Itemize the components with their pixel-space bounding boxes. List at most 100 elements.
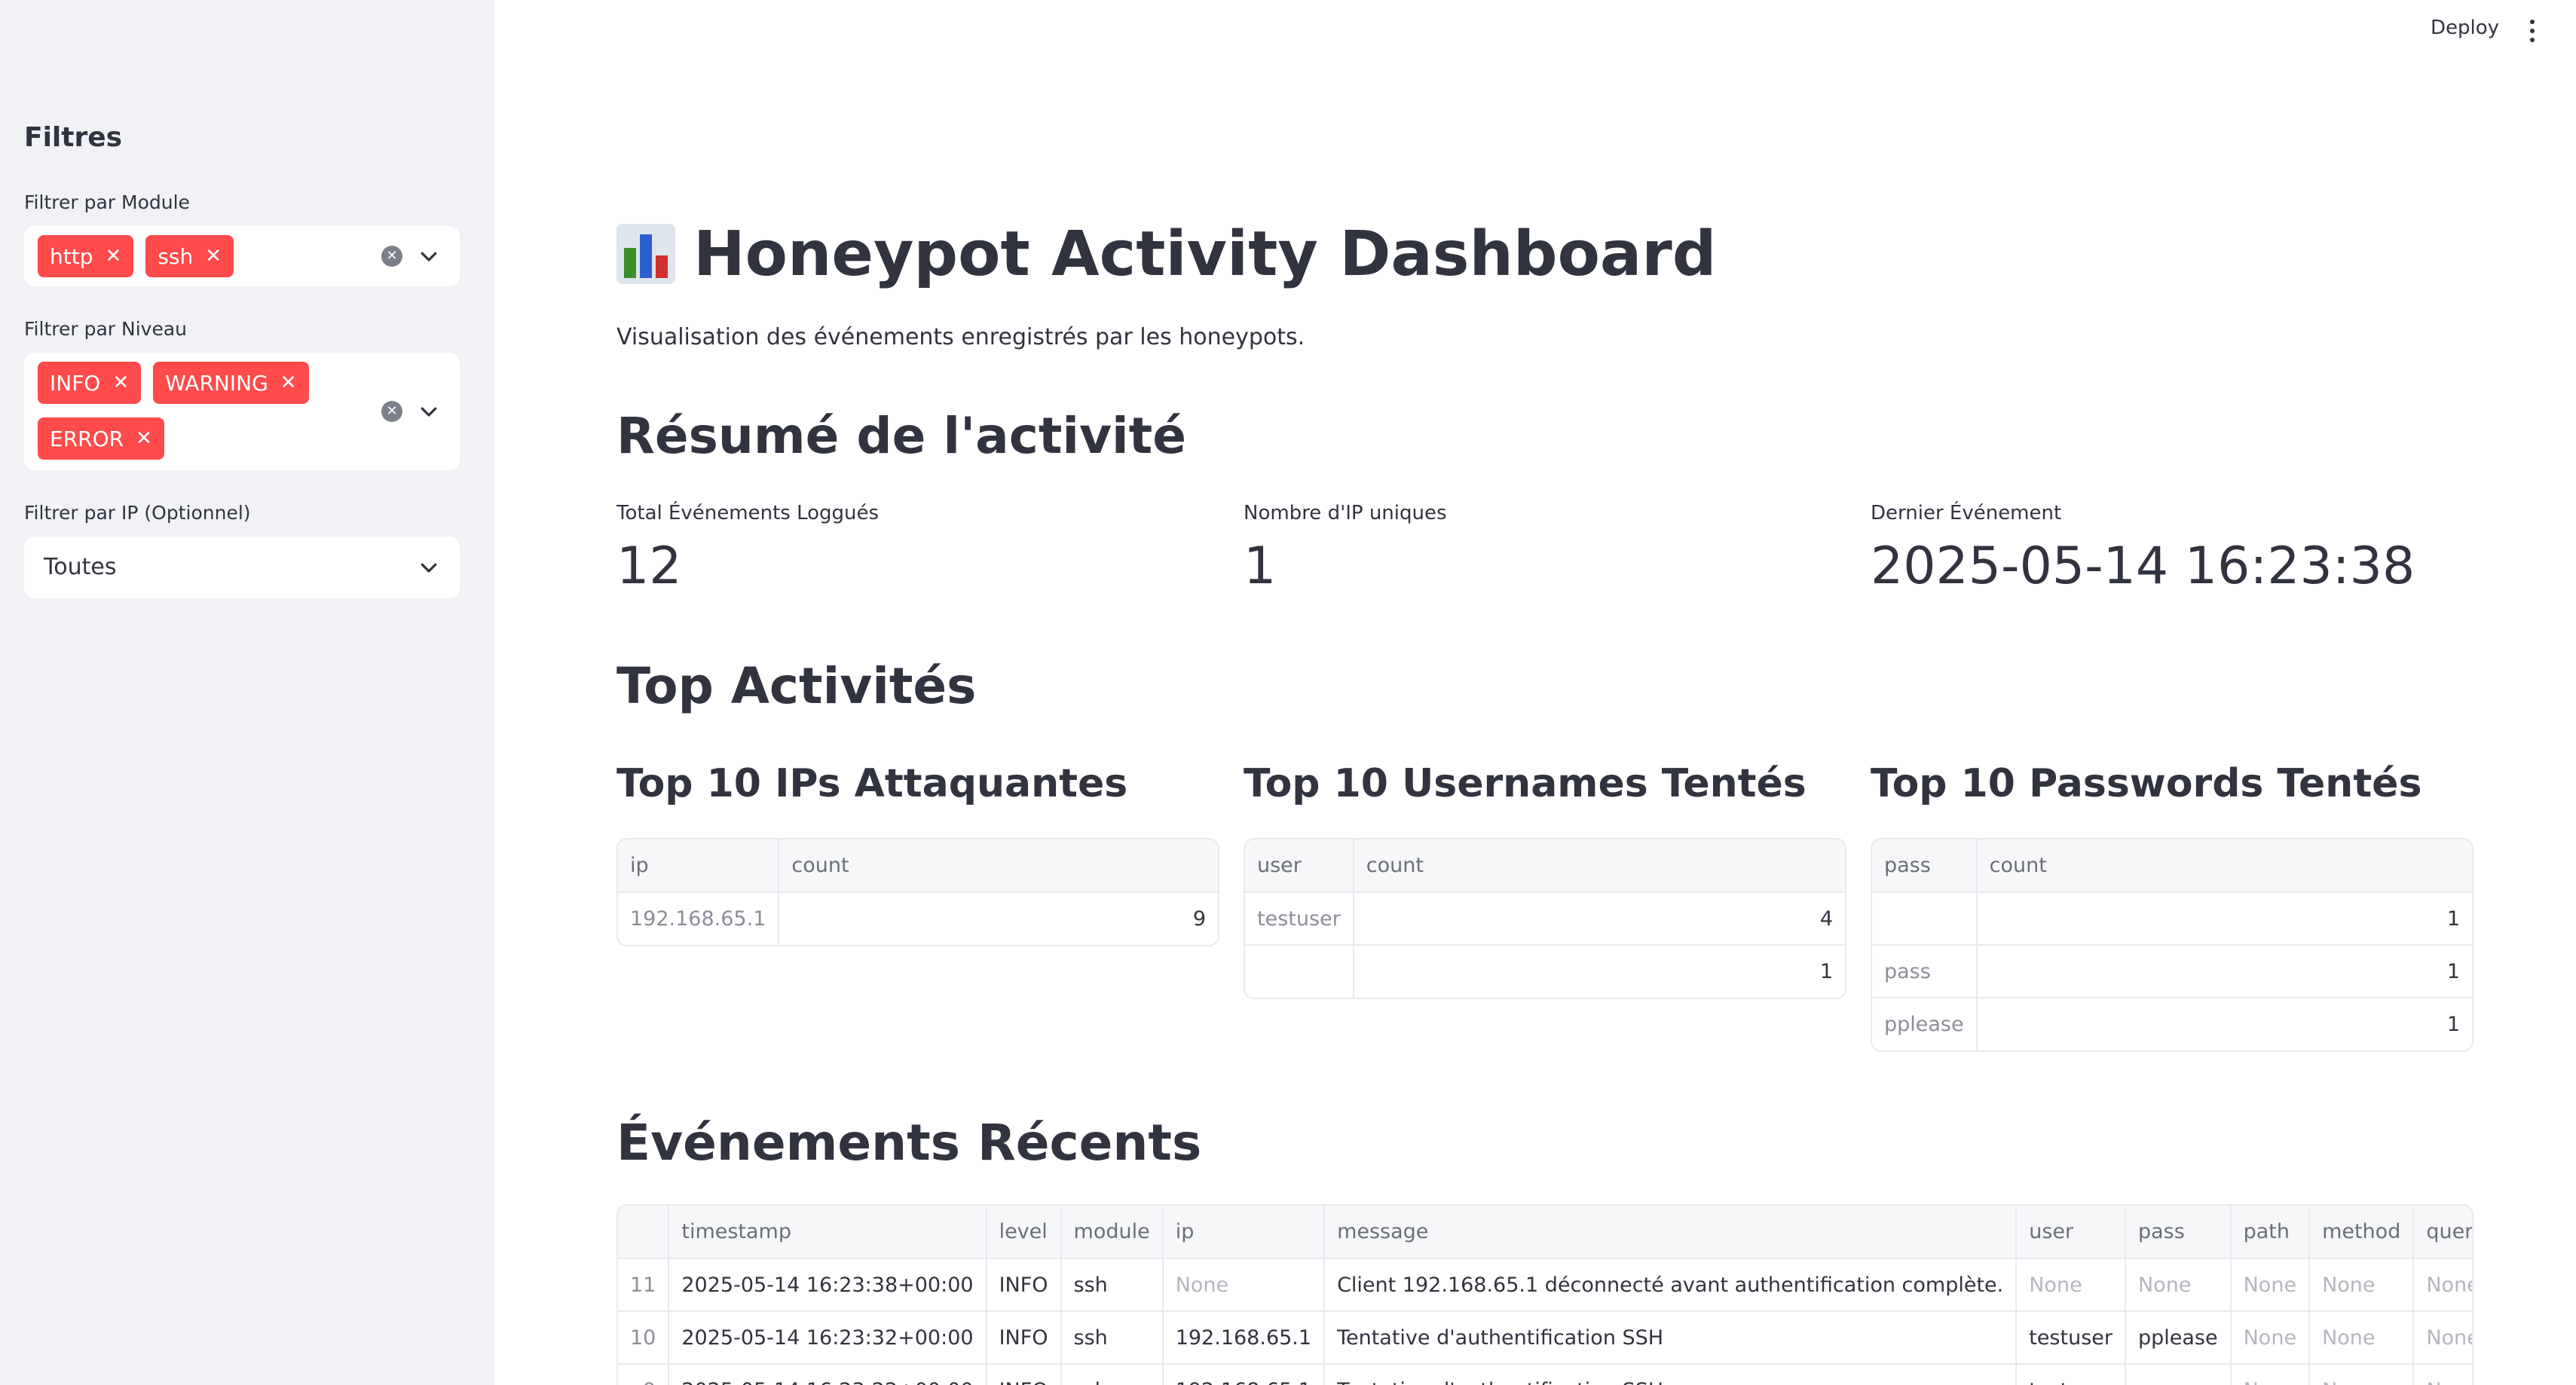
chevron-down-icon[interactable] <box>418 400 440 423</box>
table-cell[interactable]: None <box>2230 1311 2311 1365</box>
table-cell[interactable]: None <box>2309 1364 2415 1385</box>
column-header[interactable]: level <box>986 1206 1062 1259</box>
column-header[interactable]: count <box>1353 839 1845 893</box>
chip-warning[interactable]: WARNING ✕ <box>153 362 309 404</box>
table-cell[interactable]: None <box>2309 1258 2415 1312</box>
table-cell[interactable]: 2025-05-14 16:23:22+00:00 <box>668 1364 987 1385</box>
column-header[interactable]: message <box>1324 1206 2018 1259</box>
remove-icon[interactable]: ✕ <box>280 371 297 394</box>
table-cell[interactable]: pass <box>1872 945 1978 998</box>
column-header[interactable]: timestamp <box>668 1206 987 1259</box>
chevron-down-icon[interactable] <box>418 556 440 579</box>
table-cell[interactable]: 2025-05-14 16:23:32+00:00 <box>668 1311 987 1365</box>
table-cell[interactable]: 2025-05-14 16:23:38+00:00 <box>668 1258 987 1312</box>
top-users-table[interactable]: user count testuser 4 1 <box>1244 838 1846 999</box>
column-header[interactable]: user <box>1245 839 1354 893</box>
table-cell[interactable]: 4 <box>1353 892 1845 946</box>
table-cell[interactable]: 192.168.65.1 <box>1162 1364 1326 1385</box>
table-cell[interactable]: testuser <box>2016 1311 2126 1365</box>
table-row[interactable]: 1 <box>1245 945 1845 998</box>
level-multiselect[interactable]: INFO ✕ WARNING ✕ ERROR ✕ ✕ <box>24 353 460 470</box>
column-header[interactable]: query <box>2413 1206 2472 1259</box>
table-cell[interactable]: 1 <box>1976 892 2472 946</box>
table-cell[interactable]: None <box>2309 1311 2415 1365</box>
chip-ssh[interactable]: ssh ✕ <box>145 235 234 277</box>
table-row[interactable]: 11 2025-05-14 16:23:38+00:00 INFO ssh No… <box>618 1258 2472 1312</box>
column-header[interactable]: ip <box>618 839 780 893</box>
chip-error[interactable]: ERROR ✕ <box>38 417 164 460</box>
column-header[interactable]: path <box>2230 1206 2311 1259</box>
column-header[interactable]: pass <box>2125 1206 2232 1259</box>
column-header[interactable]: method <box>2309 1206 2415 1259</box>
table-row[interactable]: pplease 1 <box>1872 998 2472 1050</box>
column-header[interactable]: count <box>1976 839 2472 893</box>
table-cell[interactable] <box>1245 945 1354 998</box>
chip-info[interactable]: INFO ✕ <box>38 362 142 404</box>
table-row[interactable]: 10 2025-05-14 16:23:32+00:00 INFO ssh 19… <box>618 1311 2472 1365</box>
remove-icon[interactable]: ✕ <box>205 245 222 268</box>
table-cell[interactable]: Client 192.168.65.1 déconnecté avant aut… <box>1324 1258 2018 1312</box>
table-cell[interactable]: INFO <box>986 1258 1062 1312</box>
more-options-icon[interactable] <box>2528 20 2537 42</box>
table-cell[interactable]: 9 <box>779 892 1218 945</box>
table-cell[interactable]: None <box>2230 1364 2311 1385</box>
remove-icon[interactable]: ✕ <box>112 371 129 394</box>
column-header[interactable]: ip <box>1162 1206 1326 1259</box>
chevron-down-icon[interactable] <box>418 245 440 268</box>
metric-value: 1 <box>1244 537 1277 596</box>
ip-filter-label: Filtrer par IP (Optionnel) <box>24 502 251 524</box>
table-cell[interactable]: ssh <box>1060 1364 1164 1385</box>
clear-icon[interactable]: ✕ <box>381 246 402 267</box>
table-cell[interactable]: None <box>2016 1258 2126 1312</box>
table-row[interactable]: 192.168.65.1 9 <box>618 892 1218 945</box>
table-cell[interactable]: pplease <box>1872 998 1978 1050</box>
top-ips-table[interactable]: ip count 192.168.65.1 9 <box>616 838 1219 946</box>
column-header[interactable]: count <box>779 839 1218 893</box>
table-cell[interactable]: None <box>1162 1258 1326 1312</box>
remove-icon[interactable]: ✕ <box>136 427 152 450</box>
table-cell[interactable]: testuser <box>2016 1364 2126 1385</box>
table-cell[interactable]: pass <box>2125 1364 2232 1385</box>
table-cell[interactable]: None <box>2125 1258 2232 1312</box>
top-activities-heading: Top Activités <box>616 657 977 715</box>
table-cell[interactable]: 1 <box>1976 945 2472 998</box>
table-header-row: timestamp level module ip message user p… <box>618 1206 2472 1259</box>
table-cell[interactable]: None <box>2230 1258 2311 1312</box>
table-cell[interactable]: pplease <box>2125 1311 2232 1365</box>
table-cell[interactable]: INFO <box>986 1311 1062 1365</box>
table-cell[interactable]: None <box>2413 1258 2472 1312</box>
metric-value: 2025-05-14 16:23:38 <box>1871 537 2415 596</box>
recent-events-table[interactable]: timestamp level module ip message user p… <box>616 1204 2474 1385</box>
table-cell[interactable]: Tentative d'authentification SSH <box>1324 1364 2018 1385</box>
table-cell[interactable]: 192.168.65.1 <box>618 892 780 945</box>
table-cell[interactable]: 192.168.65.1 <box>1162 1311 1326 1365</box>
ip-select[interactable]: Toutes <box>24 537 460 598</box>
table-cell[interactable]: INFO <box>986 1364 1062 1385</box>
table-cell[interactable]: 1 <box>1977 998 2472 1050</box>
table-row[interactable]: 1 <box>1872 892 2472 946</box>
table-cell[interactable]: ssh <box>1060 1258 1164 1312</box>
table-cell[interactable]: testuser <box>1245 892 1354 946</box>
table-cell[interactable]: ssh <box>1060 1311 1164 1365</box>
sidebar-title: Filtres <box>24 122 123 153</box>
table-cell[interactable] <box>1872 892 1978 946</box>
column-header[interactable]: pass <box>1872 839 1978 893</box>
table-cell[interactable]: None <box>2413 1311 2472 1365</box>
table-cell[interactable]: Tentative d'authentification SSH <box>1324 1311 2018 1365</box>
level-filter-label: Filtrer par Niveau <box>24 318 187 340</box>
table-cell[interactable]: None <box>2413 1364 2472 1385</box>
remove-icon[interactable]: ✕ <box>105 245 121 268</box>
clear-icon[interactable]: ✕ <box>381 401 402 422</box>
module-filter-label: Filtrer par Module <box>24 191 190 213</box>
table-row[interactable]: pass 1 <box>1872 945 2472 998</box>
top-passwords-table[interactable]: pass count 1 pass 1 pplease 1 <box>1871 838 2474 1052</box>
deploy-button[interactable]: Deploy <box>2431 17 2499 39</box>
index-header <box>618 1206 670 1259</box>
column-header[interactable]: user <box>2016 1206 2126 1259</box>
table-row[interactable]: testuser 4 <box>1245 892 1845 946</box>
table-row[interactable]: 9 2025-05-14 16:23:22+00:00 INFO ssh 192… <box>618 1364 2472 1385</box>
table-cell[interactable]: 1 <box>1354 945 1845 998</box>
column-header[interactable]: module <box>1060 1206 1164 1259</box>
chip-http[interactable]: http ✕ <box>38 235 134 277</box>
module-multiselect[interactable]: http ✕ ssh ✕ ✕ <box>24 226 460 286</box>
